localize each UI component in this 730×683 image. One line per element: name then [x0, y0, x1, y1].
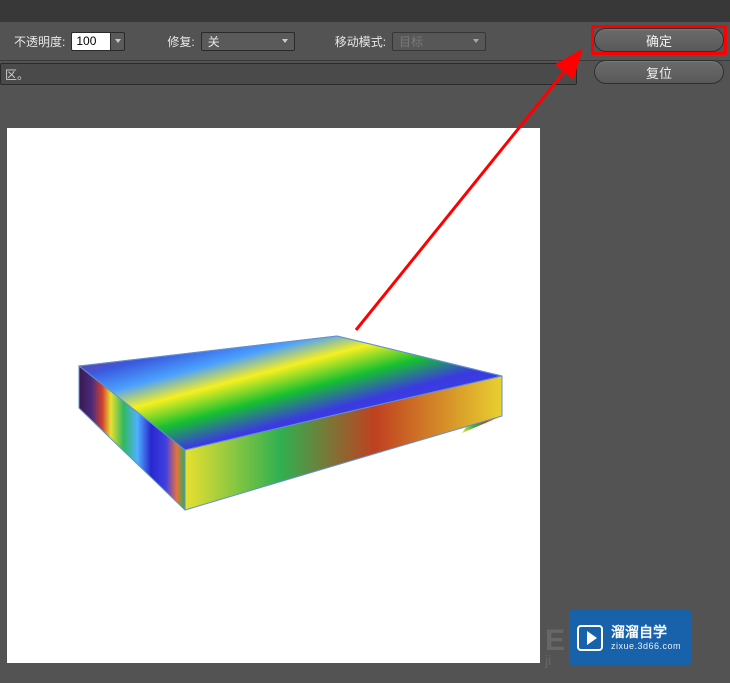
canvas-area[interactable] [7, 128, 540, 663]
move-mode-dropdown: 目标 [392, 32, 486, 51]
repair-label: 修复: [167, 33, 194, 50]
move-mode-dropdown-text: 目标 [399, 33, 423, 50]
reset-button[interactable]: 复位 [594, 60, 724, 84]
description-box: 区。 [0, 63, 577, 85]
watermark: 溜溜自学 zixue.3d66.com [569, 610, 691, 665]
chevron-down-icon [473, 39, 479, 43]
watermark-title: 溜溜自学 [611, 624, 681, 641]
buttons-column: 确定 复位 [594, 28, 724, 84]
opacity-input[interactable] [71, 32, 111, 51]
rendered-3d-box [7, 128, 540, 663]
confirm-button[interactable]: 确定 [594, 28, 724, 52]
watermark-text: 溜溜自学 zixue.3d66.com [611, 624, 681, 652]
opacity-spinner[interactable] [111, 32, 125, 51]
play-icon [577, 625, 603, 651]
chevron-down-icon [282, 39, 288, 43]
top-toolbar [0, 0, 730, 22]
opacity-label: 不透明度: [14, 33, 65, 50]
repair-dropdown-text: 关 [208, 33, 220, 50]
bg-logo: E ji [545, 627, 565, 667]
move-mode-label: 移动模式: [335, 33, 386, 50]
watermark-sub: zixue.3d66.com [611, 641, 681, 652]
repair-dropdown[interactable]: 关 [201, 32, 295, 51]
